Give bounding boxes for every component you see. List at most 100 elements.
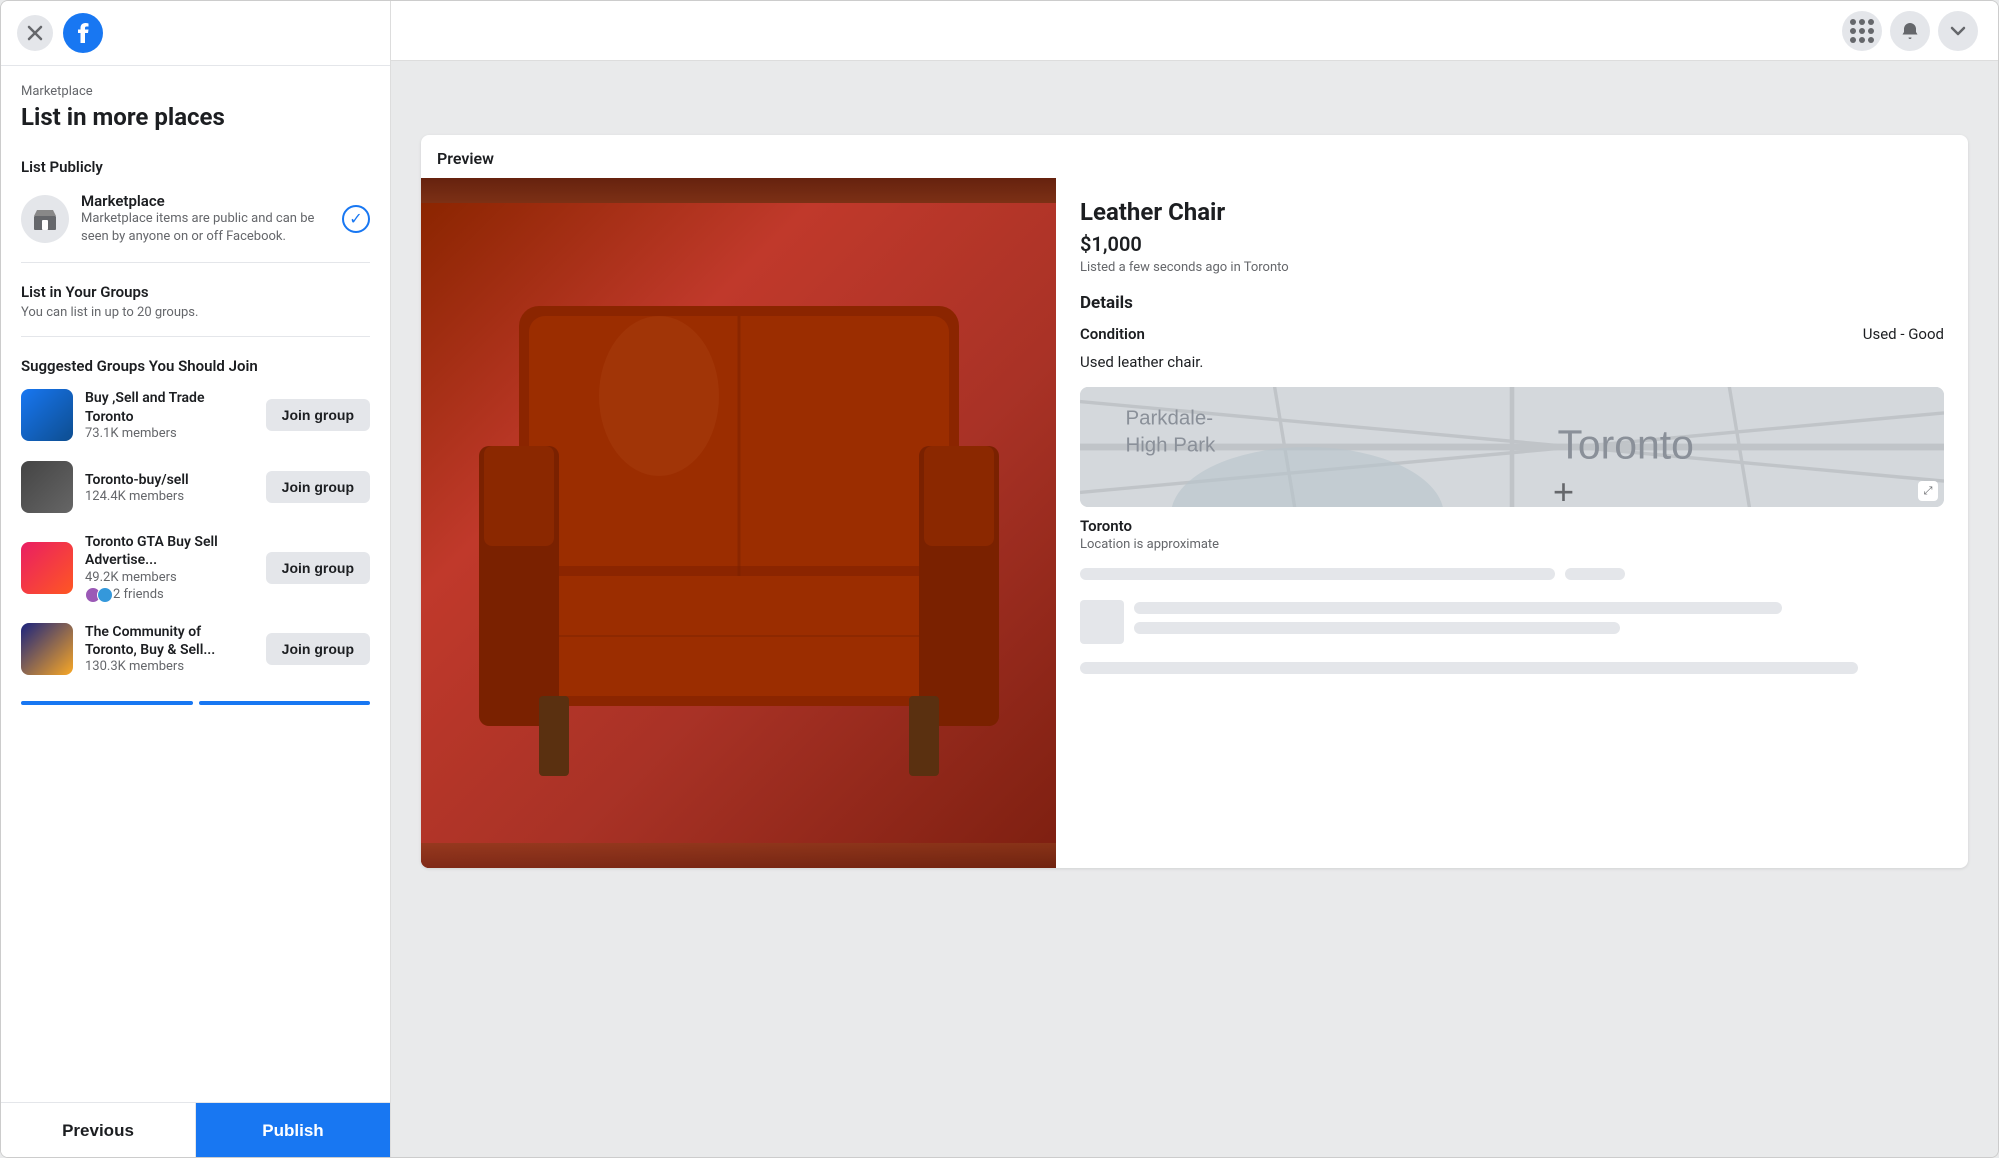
friend-avatar-2 <box>97 587 113 603</box>
join-button-2[interactable]: Join group <box>266 471 370 503</box>
group-members-2: 124.4K members <box>85 489 254 504</box>
sidebar-header: Marketplace List in more places <box>1 66 390 142</box>
skeleton-bar-3 <box>1134 622 1620 634</box>
skeleton-row-2 <box>1080 600 1944 644</box>
group-name-2: Toronto-buy/sell <box>85 471 254 489</box>
fb-top-icons <box>1 1 390 66</box>
svg-text:Parkdale-: Parkdale- <box>1125 406 1213 429</box>
group-info-3: Toronto GTA Buy Sell Advertise... 49.2K … <box>85 533 254 602</box>
svg-text:Toronto: Toronto <box>1557 421 1693 467</box>
group-name-4: The Community of Toronto, Buy & Sell... <box>85 623 254 659</box>
group-item-2: Toronto-buy/sell 124.4K members Join gro… <box>1 451 390 523</box>
condition-label: Condition <box>1080 325 1145 343</box>
chair-bottom-bar <box>421 843 1056 868</box>
account-menu-button[interactable] <box>1938 11 1978 51</box>
right-topbar <box>391 1 1998 61</box>
map-expand-icon: ⤢ <box>1918 481 1938 501</box>
skeleton-row-1 <box>1080 568 1944 580</box>
group-avatar-4 <box>21 623 73 675</box>
detail-condition-row: Condition Used - Good <box>1080 325 1944 343</box>
group-item-4: The Community of Toronto, Buy & Sell... … <box>1 613 390 685</box>
divider-2 <box>21 336 370 337</box>
svg-text:High Park: High Park <box>1125 434 1216 457</box>
skeleton-lines <box>1134 602 1944 642</box>
friend-avatars <box>85 587 109 603</box>
condition-value: Used - Good <box>1863 325 1944 343</box>
progress-segment-1 <box>21 701 193 705</box>
close-icon <box>27 25 43 41</box>
group-friends-3: 2 friends <box>85 587 254 603</box>
group-members-3: 49.2K members <box>85 570 254 585</box>
suggested-groups-header: Suggested Groups You Should Join <box>1 341 390 379</box>
previous-button[interactable]: Previous <box>1 1103 196 1158</box>
grid-menu-button[interactable] <box>1842 11 1882 51</box>
publish-button[interactable]: Publish <box>196 1103 390 1158</box>
group-item-3: Toronto GTA Buy Sell Advertise... 49.2K … <box>1 523 390 612</box>
progress-bar <box>1 685 390 713</box>
item-description: Used leather chair. <box>1080 353 1944 371</box>
progress-segment-2 <box>199 701 371 705</box>
chair-top-bar <box>421 178 1056 203</box>
chevron-down-icon <box>1950 23 1966 39</box>
preview-inner: Leather Chair $1,000 Listed a few second… <box>421 178 1968 868</box>
group-name-1: Buy ,Sell and Trade Toronto <box>85 389 254 425</box>
sidebar-footer: Previous Publish <box>1 1102 390 1158</box>
list-groups-sub: You can list in up to 20 groups. <box>1 305 390 332</box>
skeleton-short-1 <box>1565 568 1625 580</box>
group-members-1: 73.1K members <box>85 426 254 441</box>
group-item-1: Buy ,Sell and Trade Toronto 73.1K member… <box>1 379 390 451</box>
list-publicly-header: List Publicly <box>1 142 390 180</box>
chair-image-area <box>421 178 1056 868</box>
marketplace-description: Marketplace items are public and can be … <box>81 210 330 246</box>
marketplace-name: Marketplace <box>81 192 330 210</box>
sidebar-title: List in more places <box>21 103 370 132</box>
check-icon: ✓ <box>342 205 370 233</box>
group-members-4: 130.3K members <box>85 659 254 674</box>
friends-count: 2 friends <box>113 587 164 602</box>
leather-chair-svg <box>459 246 1019 826</box>
detail-panel: Leather Chair $1,000 Listed a few second… <box>1056 178 1968 868</box>
join-button-4[interactable]: Join group <box>266 633 370 665</box>
breadcrumb: Marketplace <box>21 84 370 99</box>
facebook-logo <box>63 13 103 53</box>
skeleton-avatar <box>1080 600 1124 644</box>
right-content: Preview <box>391 61 1998 1157</box>
bell-icon <box>1900 21 1920 41</box>
marketplace-icon <box>21 195 69 243</box>
item-title: Leather Chair <box>1080 198 1944 226</box>
group-avatar-3 <box>21 542 73 594</box>
page-wrapper: Marketplace List in more places List Pub… <box>0 0 1999 1158</box>
join-button-1[interactable]: Join group <box>266 399 370 431</box>
store-icon <box>32 206 58 232</box>
item-listed: Listed a few seconds ago in Toronto <box>1080 260 1944 275</box>
sidebar-content: Marketplace List in more places List Pub… <box>1 66 390 1158</box>
group-info-4: The Community of Toronto, Buy & Sell... … <box>85 623 254 674</box>
marketplace-text: Marketplace Marketplace items are public… <box>81 192 330 246</box>
group-avatar-2 <box>21 461 73 513</box>
preview-card: Preview <box>421 135 1968 868</box>
close-button[interactable] <box>17 15 53 51</box>
chair-image <box>421 203 1056 868</box>
group-name-3: Toronto GTA Buy Sell Advertise... <box>85 533 254 569</box>
list-groups-header: List in Your Groups <box>1 267 390 305</box>
group-info-2: Toronto-buy/sell 124.4K members <box>85 471 254 504</box>
skeleton-bar-4 <box>1080 662 1858 674</box>
marketplace-item: Marketplace Marketplace items are public… <box>1 180 390 258</box>
location-name: Toronto <box>1080 517 1944 535</box>
group-info-1: Buy ,Sell and Trade Toronto 73.1K member… <box>85 389 254 440</box>
details-heading: Details <box>1080 293 1944 313</box>
notifications-button[interactable] <box>1890 11 1930 51</box>
map-container: Toronto Parkdale- High Park Danforth + ⤢ <box>1080 387 1944 507</box>
sidebar: Marketplace List in more places List Pub… <box>1 1 391 1158</box>
svg-text:+: + <box>1553 471 1574 507</box>
join-button-3[interactable]: Join group <box>266 552 370 584</box>
divider-1 <box>21 262 370 263</box>
item-price: $1,000 <box>1080 232 1944 256</box>
preview-label: Preview <box>421 135 1968 178</box>
grid-icon <box>1850 19 1874 43</box>
group-avatar-1 <box>21 389 73 441</box>
map-svg: Toronto Parkdale- High Park Danforth + <box>1080 387 1944 507</box>
skeleton-bar-2 <box>1134 602 1782 614</box>
location-sub: Location is approximate <box>1080 537 1944 552</box>
right-section: Preview <box>391 1 1998 1157</box>
